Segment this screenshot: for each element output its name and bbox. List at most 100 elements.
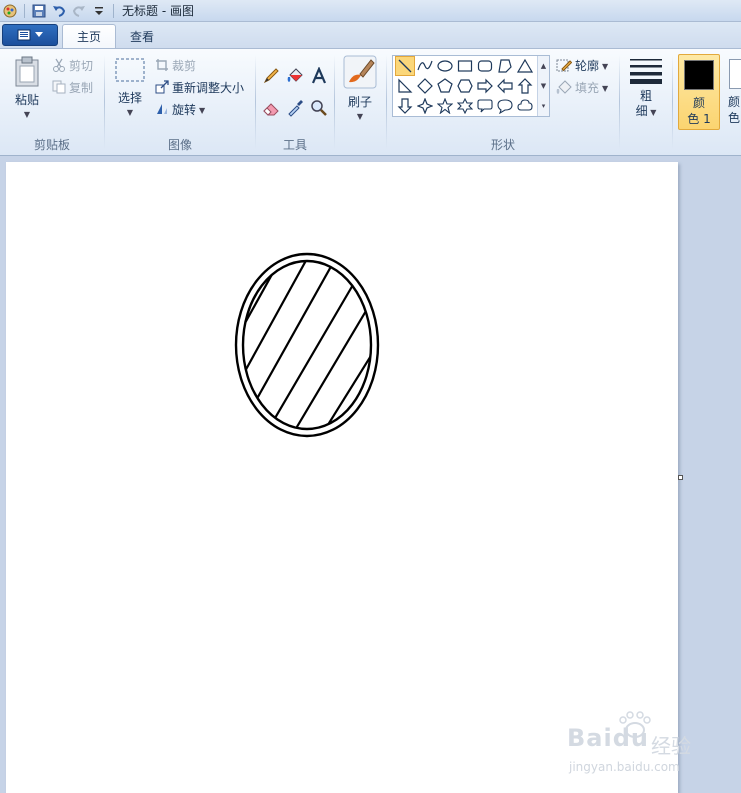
four-point-star-icon [417, 98, 433, 114]
tools-group: 工具 [256, 49, 334, 155]
watermark: Baidu 经验 jingyan.baidu.com [565, 710, 715, 780]
oval-icon [437, 60, 453, 72]
oval-callout-shape[interactable] [495, 96, 515, 116]
watermark-brand: Baidu [567, 724, 649, 752]
left-arrow-shape[interactable] [495, 76, 515, 96]
scroll-up-icon[interactable]: ▲ [541, 62, 546, 70]
curve-shape[interactable] [415, 56, 435, 76]
select-button[interactable]: 选择 ▼ [111, 57, 149, 117]
selection-icon [115, 58, 145, 82]
left-arrow-icon [497, 78, 513, 94]
color-picker-tool[interactable] [284, 97, 306, 119]
color-2-swatch [729, 59, 741, 89]
rounded-callout-shape[interactable] [475, 96, 495, 116]
copy-button[interactable]: 复制 [52, 77, 93, 97]
divider [672, 55, 673, 149]
brush-icon [343, 55, 377, 89]
canvas-resize-handle[interactable] [678, 475, 683, 480]
outline-button[interactable]: 轮廓 ▼ [556, 55, 608, 75]
five-point-star-shape[interactable] [435, 96, 455, 116]
drawing-canvas[interactable] [6, 162, 678, 793]
customize-quick-access-icon[interactable] [89, 1, 109, 21]
crop-icon [156, 59, 168, 71]
line-icon [398, 59, 412, 73]
copy-label: 复制 [69, 80, 94, 95]
rounded-rectangle-shape[interactable] [475, 56, 495, 76]
crop-button[interactable]: 裁剪 [155, 55, 196, 75]
divider [619, 55, 620, 149]
down-arrow-shape[interactable] [395, 96, 415, 116]
eraser-tool[interactable] [260, 97, 282, 119]
watermark-url: jingyan.baidu.com [569, 760, 680, 774]
cut-button[interactable]: 剪切 [52, 55, 93, 75]
image-group: 选择 ▼ 裁剪 重新调整大小 旋转 ▼ 图像 [105, 49, 255, 155]
image-group-label: 图像 [167, 138, 192, 152]
right-triangle-shape[interactable] [395, 76, 415, 96]
shapes-scrollbar[interactable]: ▲ ▼ ▾ [537, 56, 549, 116]
text-icon [311, 67, 327, 84]
chevron-down-icon: ▼ [647, 108, 657, 117]
shapes-group-label: 形状 [490, 138, 515, 152]
diamond-shape[interactable] [415, 76, 435, 96]
select-label: 选择 [117, 91, 142, 105]
paste-icon [15, 56, 39, 87]
color-1-swatch [684, 60, 714, 90]
rectangle-shape[interactable] [455, 56, 475, 76]
redo-icon[interactable] [69, 1, 89, 21]
brushes-label: 刷子 [347, 95, 372, 109]
rounded-callout-icon [477, 99, 493, 113]
clipboard-group-label: 剪贴板 [33, 138, 70, 152]
right-arrow-shape[interactable] [475, 76, 495, 96]
text-tool[interactable] [308, 65, 330, 87]
hexagon-icon [457, 79, 473, 93]
rotate-icon [157, 104, 167, 114]
resize-button[interactable]: 重新调整大小 [155, 77, 244, 97]
paint-menu-button[interactable] [2, 24, 58, 46]
oval-shape[interactable] [435, 56, 455, 76]
scroll-down-icon[interactable]: ▼ [541, 82, 546, 90]
expand-gallery-icon[interactable]: ▾ [542, 102, 546, 110]
crop-label: 裁剪 [172, 58, 197, 73]
oval-callout-icon [497, 99, 513, 114]
paste-button[interactable]: 粘贴 ▼ [8, 55, 46, 119]
fill-label: 填充 [575, 80, 600, 95]
paint-app-icon[interactable] [0, 1, 20, 21]
pencil-tool[interactable] [260, 65, 282, 87]
color-2-button[interactable]: 颜 色 [726, 54, 741, 130]
triangle-shape[interactable] [515, 56, 535, 76]
magnifier-tool[interactable] [308, 97, 330, 119]
up-arrow-shape[interactable] [515, 76, 535, 96]
color-1-button[interactable]: 颜 色 1 [678, 54, 720, 130]
four-point-star-shape[interactable] [415, 96, 435, 116]
save-icon[interactable] [29, 1, 49, 21]
cloud-callout-shape[interactable] [515, 96, 535, 116]
scissors-icon [53, 58, 65, 72]
undo-icon[interactable] [49, 1, 69, 21]
line-shape[interactable] [395, 56, 415, 76]
down-arrow-icon [397, 98, 413, 114]
rectangle-icon [457, 60, 473, 72]
six-point-star-shape[interactable] [455, 96, 475, 116]
color-1-label-line2: 色 1 [687, 112, 711, 126]
color-1-label: 颜 色 1 [679, 95, 719, 127]
eraser-icon [263, 103, 279, 116]
polygon-shape[interactable] [495, 56, 515, 76]
drawing [234, 252, 380, 438]
tab-view[interactable]: 查看 [116, 24, 168, 48]
magnifier-icon [311, 100, 327, 116]
hexagon-shape[interactable] [455, 76, 475, 96]
rotate-button[interactable]: 旋转 ▼ [155, 99, 205, 119]
fill-tool[interactable] [284, 65, 306, 87]
size-button[interactable]: 粗 细 ▼ [624, 57, 668, 120]
six-point-star-icon [457, 98, 473, 114]
right-arrow-icon [477, 78, 493, 94]
fill-button[interactable]: 填充 ▼ [556, 77, 608, 97]
resize-label: 重新调整大小 [172, 80, 245, 95]
five-point-star-icon [437, 98, 453, 114]
pentagon-shape[interactable] [435, 76, 455, 96]
triangle-icon [517, 58, 533, 73]
rounded-rectangle-icon [477, 60, 493, 72]
tab-home[interactable]: 主页 [62, 24, 117, 48]
color-2-label: 颜 色 [728, 94, 740, 126]
brushes-button[interactable]: 刷子 ▼ [340, 55, 380, 121]
